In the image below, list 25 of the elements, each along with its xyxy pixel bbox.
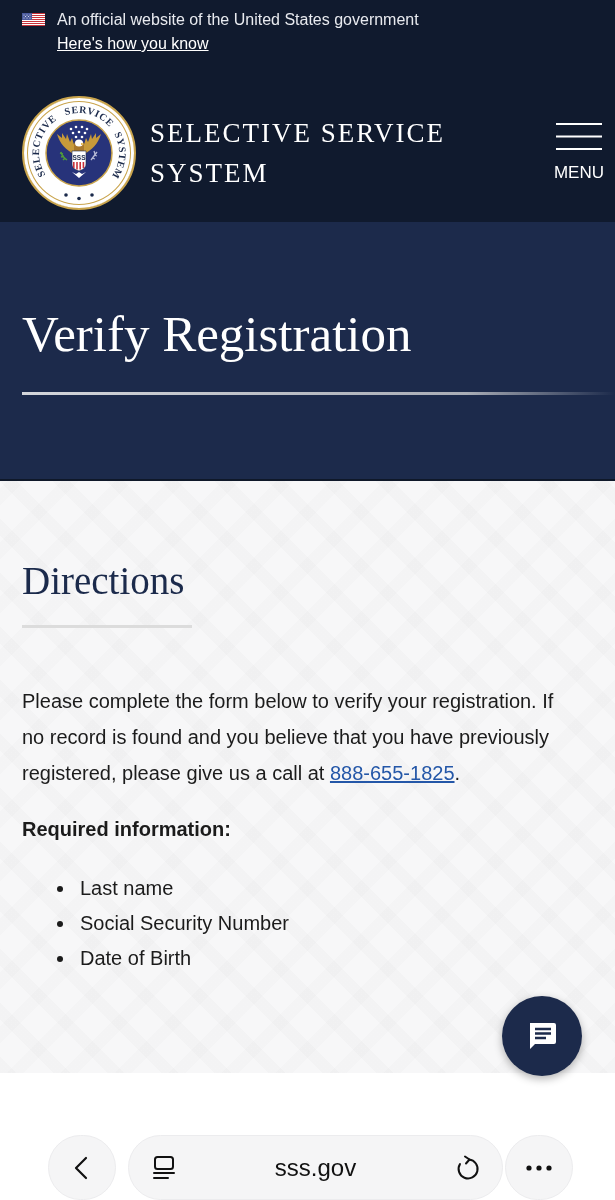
required-item: Date of Birth <box>80 946 192 971</box>
dot-icon <box>64 193 68 197</box>
directions-heading: Directions <box>22 559 185 602</box>
page-layout-icon <box>151 1154 177 1181</box>
site-title[interactable]: SELECTIVE SERVICE SYSTEM <box>150 113 480 193</box>
required-item: Social Security Number <box>80 911 289 936</box>
bullet-icon <box>57 920 63 927</box>
address-bar[interactable]: sss.gov <box>128 1135 503 1200</box>
page-title: Verify Registration <box>22 305 412 363</box>
required-info-heading: Required information: <box>22 817 231 842</box>
url-text[interactable]: sss.gov <box>177 1153 454 1182</box>
phone-link[interactable]: 888-655-1825 <box>329 762 455 784</box>
menu-button[interactable]: MENU <box>553 123 604 183</box>
us-flag-icon <box>22 13 45 26</box>
page-menu-button[interactable] <box>151 1154 177 1181</box>
how-you-know-link[interactable]: Here's how you know <box>57 32 209 56</box>
directions-paragraph: Please complete the form below to verify your registration. If no record is found and you believe that you have previously registered, please give us a call at 888-655-1825. <box>22 689 555 786</box>
more-icon <box>526 1164 552 1171</box>
dot-icon <box>77 196 81 201</box>
bullet-icon <box>57 955 63 962</box>
menu-icon <box>555 123 602 150</box>
dot-icon <box>90 193 94 197</box>
required-item: Last name <box>80 876 174 901</box>
official-website-text: An official website of the United States government <box>57 10 419 30</box>
bullet-icon <box>57 885 63 892</box>
